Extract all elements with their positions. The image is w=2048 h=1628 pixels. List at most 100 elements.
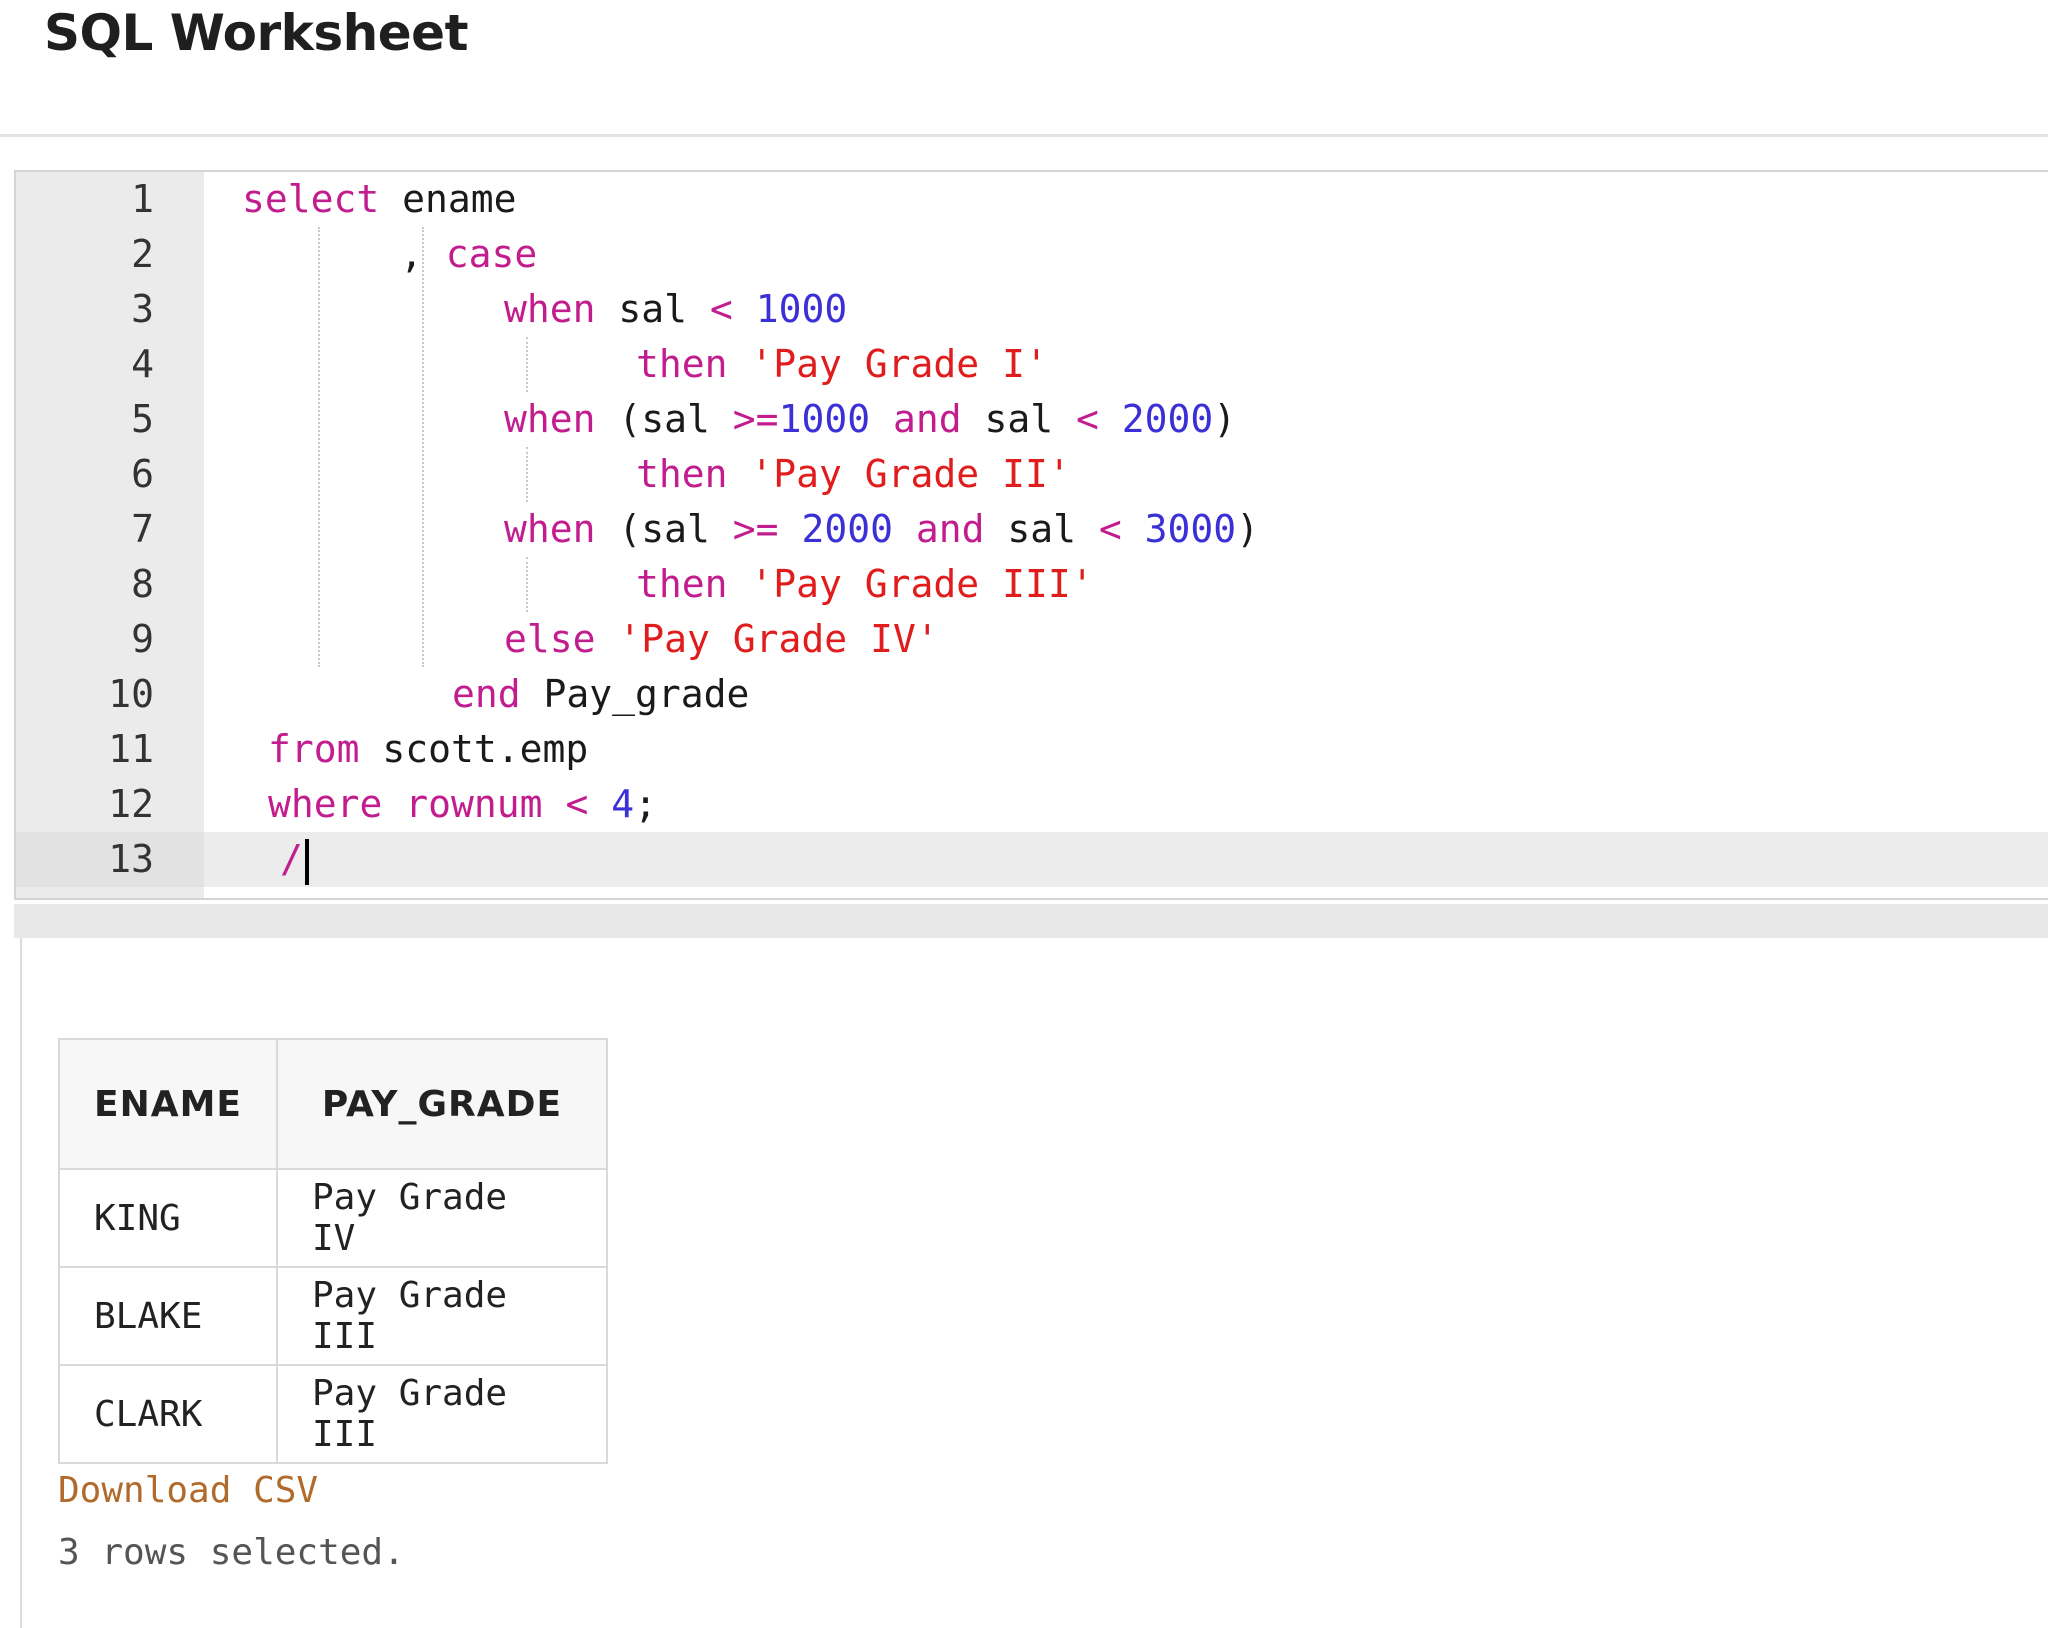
code-text[interactable]: when (sal >=1000 and sal < 2000) xyxy=(504,392,1236,447)
code-line[interactable]: 8 then 'Pay Grade III' xyxy=(16,557,2048,612)
code-token: from xyxy=(268,727,360,771)
column-header-ename[interactable]: ENAME xyxy=(58,1038,278,1170)
line-number: 12 xyxy=(108,782,154,826)
page-title: SQL Worksheet xyxy=(44,4,469,62)
code-token: 'Pay Grade II' xyxy=(750,452,1071,496)
code-token: scott.emp xyxy=(359,727,589,771)
code-token: ; xyxy=(634,782,658,826)
sql-editor[interactable]: 1 select ename 2 , case 3 when sal < 100… xyxy=(14,170,2048,1068)
line-number: 11 xyxy=(108,727,154,771)
code-token: Pay_grade xyxy=(520,672,750,716)
code-token: 2000 xyxy=(1121,397,1214,441)
code-line[interactable]: 4 then 'Pay Grade I' xyxy=(16,337,2048,392)
code-line[interactable]: 2 , case xyxy=(16,227,2048,282)
line-number: 1 xyxy=(131,177,154,221)
code-text[interactable]: then 'Pay Grade II' xyxy=(636,447,1071,502)
code-token: 2000 xyxy=(801,507,893,551)
code-token: (sal xyxy=(595,397,733,441)
code-text[interactable]: , case xyxy=(400,227,537,282)
code-token: >= xyxy=(732,397,779,441)
code-text[interactable]: select ename xyxy=(242,172,517,227)
code-token: 'Pay Grade I' xyxy=(750,342,1048,386)
code-line[interactable]: 9 else 'Pay Grade IV' xyxy=(16,612,2048,667)
title-divider xyxy=(0,134,2048,137)
code-line[interactable]: 5 when (sal >=1000 and sal < 2000) xyxy=(16,392,2048,447)
table-cell: Pay Grade III xyxy=(276,1364,608,1464)
column-header-pay-grade[interactable]: PAY_GRADE xyxy=(276,1038,608,1170)
table-cell: BLAKE xyxy=(58,1266,278,1366)
code-line[interactable]: 12 where rownum < 4; xyxy=(16,777,2048,832)
code-text[interactable]: where rownum < 4; xyxy=(268,777,657,832)
line-number: 13 xyxy=(108,837,154,881)
code-token: 4 xyxy=(611,782,635,826)
code-token: ) xyxy=(1236,507,1260,551)
row-count-status: 3 rows selected. xyxy=(58,1532,405,1573)
code-token: ename xyxy=(379,177,517,221)
table-header-row: ENAME PAY_GRADE xyxy=(58,1038,608,1170)
code-token: then xyxy=(636,342,728,386)
code-token: sal xyxy=(961,397,1076,441)
line-number: 4 xyxy=(131,342,154,386)
code-token: < xyxy=(709,287,733,331)
code-token: when xyxy=(504,287,596,331)
line-number: 8 xyxy=(131,562,154,606)
code-token: else xyxy=(504,617,596,661)
code-token: and xyxy=(892,397,962,441)
code-token: then xyxy=(636,562,728,606)
code-text[interactable]: then 'Pay Grade III' xyxy=(636,557,1094,612)
download-csv-link[interactable]: Download CSV xyxy=(58,1470,318,1511)
code-text[interactable]: from scott.emp xyxy=(268,722,588,777)
code-token: 3000 xyxy=(1144,507,1237,551)
code-line[interactable]: 10 end Pay_grade xyxy=(16,667,2048,722)
code-text[interactable]: end Pay_grade xyxy=(452,667,749,722)
line-number: 7 xyxy=(131,507,154,551)
code-text[interactable]: when sal < 1000 xyxy=(504,282,847,337)
code-token: 'Pay Grade IV' xyxy=(618,617,939,661)
code-line[interactable]: 11 from scott.emp xyxy=(16,722,2048,777)
table-cell: Pay Grade IV xyxy=(276,1168,608,1268)
code-token: select xyxy=(242,177,380,221)
line-number: 2 xyxy=(131,232,154,276)
results-pane: ENAME PAY_GRADE KING Pay Grade IV BLAKE … xyxy=(20,938,2048,1628)
code-token: >= xyxy=(732,507,779,551)
code-text[interactable]: then 'Pay Grade I' xyxy=(636,337,1048,392)
code-token: ) xyxy=(1213,397,1237,441)
line-number: 5 xyxy=(131,397,154,441)
code-text[interactable]: / xyxy=(280,832,309,887)
table-row: CLARK Pay Grade III xyxy=(58,1364,608,1464)
code-token: < xyxy=(1098,507,1122,551)
code-token: 1000 xyxy=(755,287,848,331)
pane-splitter[interactable] xyxy=(14,904,2048,938)
table-row: KING Pay Grade IV xyxy=(58,1168,608,1268)
table-cell: KING xyxy=(58,1168,278,1268)
text-caret xyxy=(304,838,309,885)
code-line-active[interactable]: 13 / xyxy=(16,832,2048,887)
code-token: where xyxy=(268,782,383,826)
code-token: < xyxy=(565,782,589,826)
code-token: rownum xyxy=(405,782,543,826)
code-text[interactable]: else 'Pay Grade IV' xyxy=(504,612,939,667)
code-token: (sal xyxy=(595,507,733,551)
code-line[interactable]: 3 when sal < 1000 xyxy=(16,282,2048,337)
results-table: ENAME PAY_GRADE KING Pay Grade IV BLAKE … xyxy=(58,1038,608,1464)
code-token: then xyxy=(636,452,728,496)
code-token: end xyxy=(452,672,521,716)
code-line[interactable]: 7 when (sal >= 2000 and sal < 3000) xyxy=(16,502,2048,557)
code-token: 1000 xyxy=(778,397,871,441)
table-cell: Pay Grade III xyxy=(276,1266,608,1366)
code-line[interactable]: 1 select ename xyxy=(16,172,2048,227)
code-token: and xyxy=(915,507,985,551)
code-line[interactable]: 6 then 'Pay Grade II' xyxy=(16,447,2048,502)
code-text[interactable]: when (sal >= 2000 and sal < 3000) xyxy=(504,502,1259,557)
code-token: sal xyxy=(984,507,1099,551)
table-row: BLAKE Pay Grade III xyxy=(58,1266,608,1366)
